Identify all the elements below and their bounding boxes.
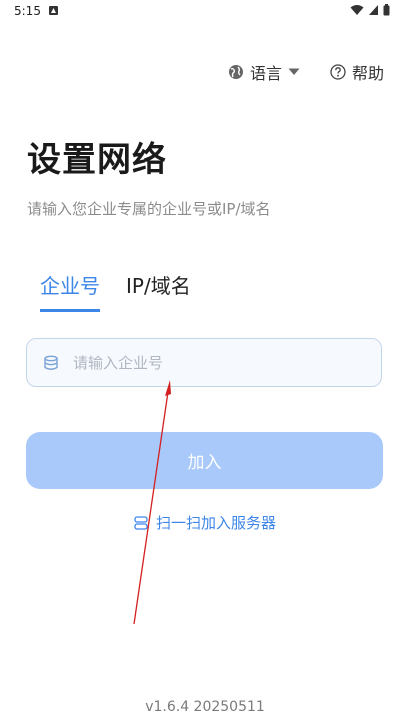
status-time: 5:15 — [14, 4, 41, 18]
help-icon — [330, 64, 346, 80]
scan-to-join-link[interactable]: 扫一扫加入服务器 — [0, 512, 410, 533]
caret-down-icon — [288, 68, 300, 75]
tab-bar: 企业号 IP/域名 — [40, 270, 191, 312]
enterprise-id-field[interactable] — [26, 338, 382, 387]
help-label: 帮助 — [351, 64, 384, 83]
signal-icon — [369, 5, 378, 15]
scan-label: 扫一扫加入服务器 — [155, 514, 276, 532]
battery-icon — [383, 4, 390, 16]
version-label: v1.6.4 20250511 — [145, 699, 265, 715]
scan-icon — [134, 515, 148, 530]
tab-ip-domain[interactable]: IP/域名 — [126, 270, 191, 312]
notification-icon — [49, 6, 58, 15]
globe-icon — [228, 65, 243, 79]
page-title: 设置网络 — [27, 140, 167, 180]
status-icons — [350, 4, 390, 16]
language-label: 语言 — [249, 64, 282, 83]
help-button[interactable]: 帮助 — [330, 60, 384, 84]
tab-enterprise-id[interactable]: 企业号 — [40, 270, 100, 312]
wifi-icon — [350, 5, 364, 15]
page-subtitle: 请输入您企业专属的企业号或IP/域名 — [27, 200, 271, 218]
database-icon — [44, 355, 58, 370]
enterprise-id-input[interactable] — [71, 352, 355, 373]
arrow-shaft — [133, 391, 169, 625]
join-button[interactable]: 加入 — [26, 432, 383, 489]
status-bar: 5:15 — [0, 0, 410, 24]
top-actions: 语言 帮助 — [228, 60, 384, 84]
language-selector[interactable]: 语言 — [228, 60, 300, 84]
